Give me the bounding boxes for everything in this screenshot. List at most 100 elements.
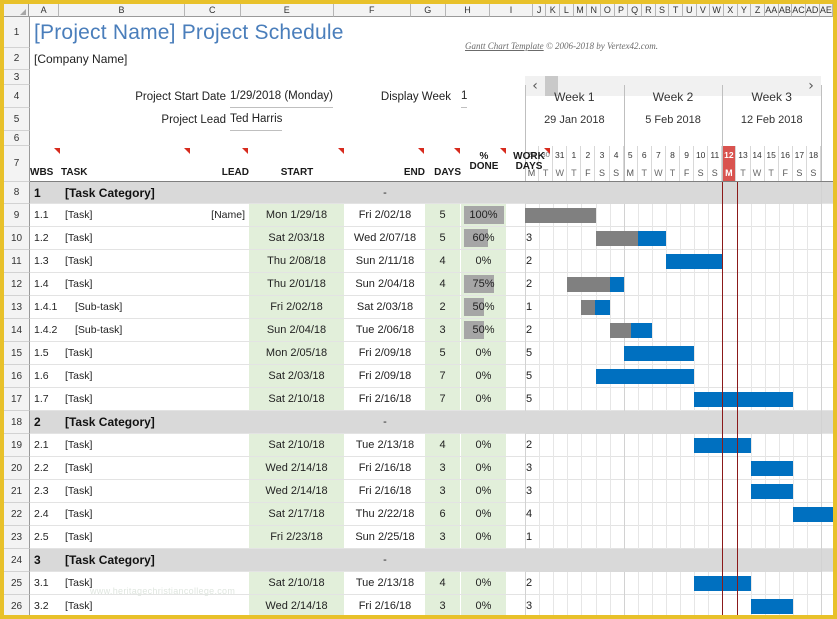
percent-value: 0%: [461, 393, 506, 405]
grid-body[interactable]: [Project Name] Project Schedule Gantt Ch…: [30, 17, 833, 615]
row-header-22[interactable]: 22: [4, 503, 30, 526]
gantt-category-band: [525, 182, 821, 204]
column-header-N[interactable]: N: [587, 4, 601, 17]
row-header-21[interactable]: 21: [4, 480, 30, 503]
column-header-Y[interactable]: Y: [738, 4, 752, 17]
gantt-bar[interactable]: [666, 254, 722, 269]
row-header-12[interactable]: 12: [4, 273, 30, 296]
column-header-B[interactable]: B: [59, 4, 185, 17]
gantt-bar-complete: [581, 300, 595, 315]
gantt-category-band: [525, 411, 821, 434]
column-header-G[interactable]: G: [411, 4, 446, 17]
row-header-10[interactable]: 10: [4, 227, 30, 250]
row-header-5[interactable]: 5: [4, 108, 30, 131]
gantt-bar-remaining: [638, 231, 666, 246]
gantt-bar-remaining: [624, 346, 695, 361]
row-header-25[interactable]: 25: [4, 572, 30, 595]
percent-value: 0%: [461, 485, 506, 497]
row-header-7[interactable]: 7: [4, 146, 30, 182]
gantt-bar-remaining: [793, 507, 833, 522]
row-header-2[interactable]: 2: [4, 48, 30, 70]
column-header-Z[interactable]: Z: [751, 4, 765, 17]
row-header-20[interactable]: 20: [4, 457, 30, 480]
gantt-bar-complete: [567, 277, 609, 292]
row-header-4[interactable]: 4: [4, 85, 30, 108]
percent-value: 0%: [461, 577, 506, 589]
gantt-bar[interactable]: [525, 208, 596, 223]
column-header-AB[interactable]: AB: [779, 4, 793, 17]
column-header-AD[interactable]: AD: [806, 4, 820, 17]
column-header-K[interactable]: K: [546, 4, 560, 17]
gantt-bar[interactable]: [610, 323, 652, 338]
column-header-W[interactable]: W: [710, 4, 724, 17]
row-header-17[interactable]: 17: [4, 388, 30, 411]
row-header-1[interactable]: 1: [4, 17, 30, 48]
column-header-P[interactable]: P: [615, 4, 629, 17]
row-header-19[interactable]: 19: [4, 434, 30, 457]
column-header-C[interactable]: C: [185, 4, 241, 17]
percent-value: 50%: [461, 301, 506, 313]
gantt-category-band: [525, 549, 821, 572]
column-header-A[interactable]: A: [29, 4, 59, 17]
percent-value: 75%: [461, 278, 506, 290]
column-header-AA[interactable]: AA: [765, 4, 779, 17]
column-header-M[interactable]: M: [574, 4, 588, 17]
select-all-corner[interactable]: [4, 4, 29, 17]
gantt-bar-remaining: [631, 323, 652, 338]
column-header-V[interactable]: V: [697, 4, 711, 17]
gantt-bar[interactable]: [793, 507, 833, 522]
gantt-bar-remaining: [694, 392, 793, 407]
gantt-bar[interactable]: [694, 392, 793, 407]
column-header-T[interactable]: T: [669, 4, 683, 17]
column-header-L[interactable]: L: [560, 4, 574, 17]
row-header-26[interactable]: 26: [4, 595, 30, 615]
gantt-bar[interactable]: [751, 484, 793, 499]
percent-value: 0%: [461, 255, 506, 267]
row-header-6[interactable]: 6: [4, 131, 30, 146]
row-header-18[interactable]: 18: [4, 411, 30, 434]
row-header-strip[interactable]: 1234567891011121314151617181920212223242…: [4, 17, 30, 615]
column-header-S[interactable]: S: [656, 4, 670, 17]
percent-value: 0%: [461, 508, 506, 520]
row-header-3[interactable]: 3: [4, 70, 30, 85]
gantt-bar[interactable]: [624, 346, 695, 361]
column-header-O[interactable]: O: [601, 4, 615, 17]
row-header-23[interactable]: 23: [4, 526, 30, 549]
row-header-14[interactable]: 14: [4, 319, 30, 342]
gantt-bar[interactable]: [567, 277, 623, 292]
percent-value: 50%: [461, 324, 506, 336]
percent-value: 0%: [461, 439, 506, 451]
gantt-bar-complete: [596, 231, 638, 246]
row-header-24[interactable]: 24: [4, 549, 30, 572]
gantt-bar-remaining: [751, 461, 793, 476]
gantt-bar-remaining: [595, 300, 609, 315]
gantt-bar[interactable]: [596, 231, 667, 246]
gantt-bar[interactable]: [596, 369, 695, 384]
column-header-AE[interactable]: AE: [820, 4, 833, 17]
gantt-chart: [30, 17, 833, 615]
gantt-bar[interactable]: [751, 461, 793, 476]
row-header-11[interactable]: 11: [4, 250, 30, 273]
gantt-bar-complete: [610, 323, 631, 338]
column-header-R[interactable]: R: [642, 4, 656, 17]
column-header-J[interactable]: J: [533, 4, 547, 17]
row-header-16[interactable]: 16: [4, 365, 30, 388]
gantt-bar[interactable]: [751, 599, 793, 614]
column-header-H[interactable]: H: [446, 4, 490, 17]
column-header-I[interactable]: I: [490, 4, 533, 17]
column-header-F[interactable]: F: [334, 4, 411, 17]
worksheet[interactable]: ABCEFGHIJKLMNOPQRSTUVWXYZAAABACADAE 1234…: [4, 4, 833, 615]
column-header-strip[interactable]: ABCEFGHIJKLMNOPQRSTUVWXYZAAABACADAE: [4, 4, 833, 17]
gantt-bar-remaining: [751, 599, 793, 614]
gantt-bar[interactable]: [581, 300, 609, 315]
column-header-E[interactable]: E: [241, 4, 334, 17]
column-header-U[interactable]: U: [683, 4, 697, 17]
percent-value: 60%: [461, 232, 506, 244]
row-header-8[interactable]: 8: [4, 182, 30, 204]
column-header-AC[interactable]: AC: [792, 4, 806, 17]
row-header-9[interactable]: 9: [4, 204, 30, 227]
column-header-Q[interactable]: Q: [628, 4, 642, 17]
column-header-X[interactable]: X: [724, 4, 738, 17]
row-header-13[interactable]: 13: [4, 296, 30, 319]
row-header-15[interactable]: 15: [4, 342, 30, 365]
